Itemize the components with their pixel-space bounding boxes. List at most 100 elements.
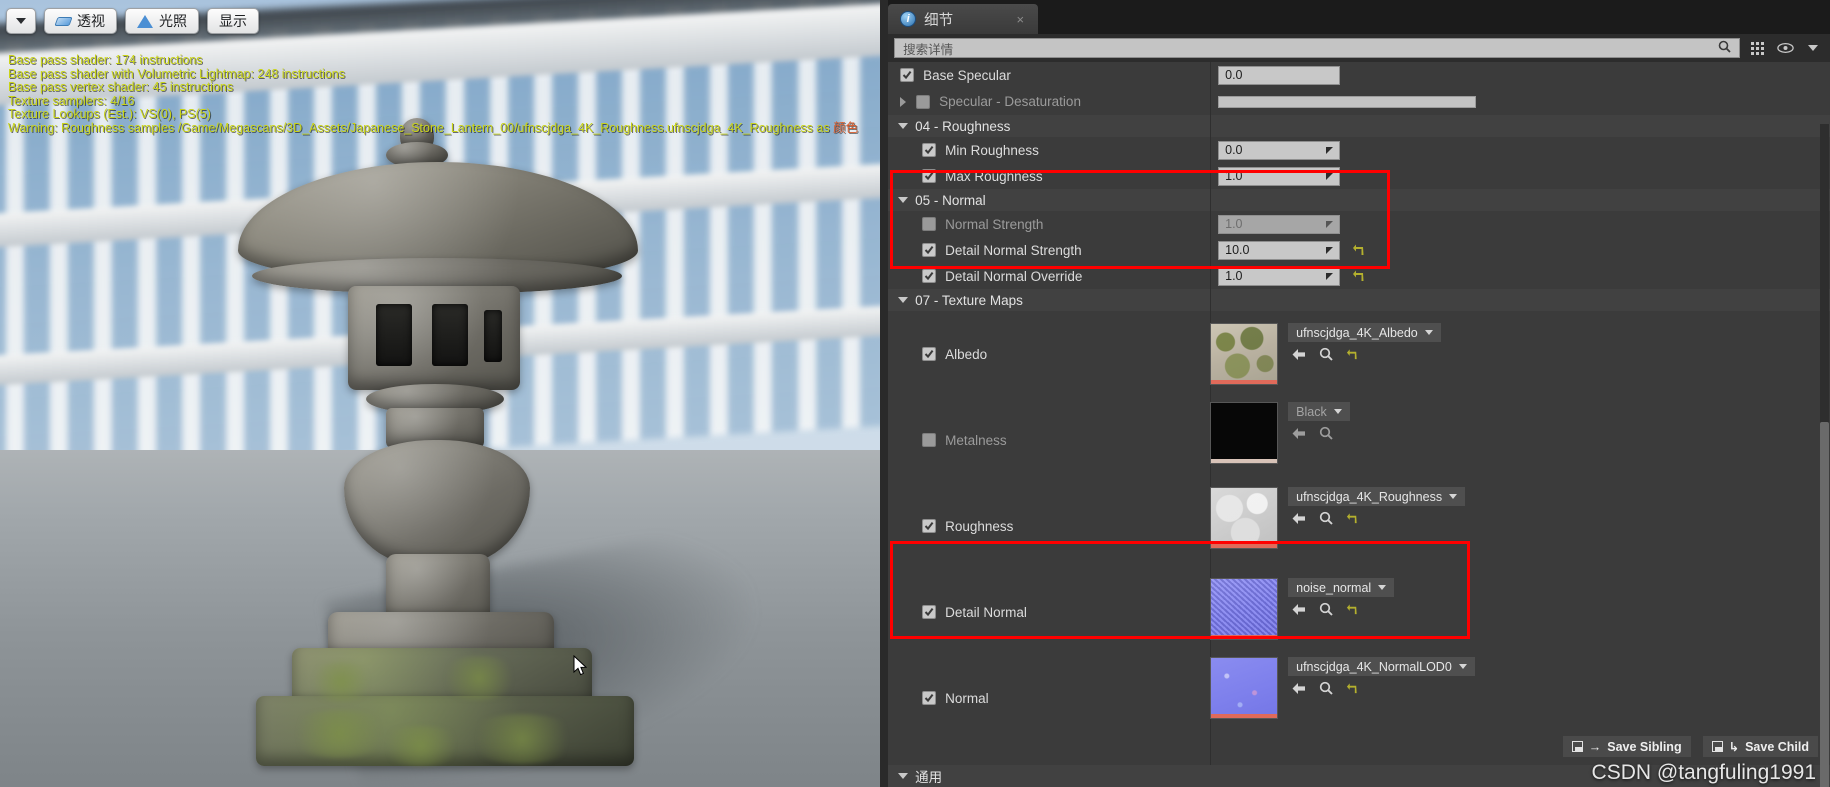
metalness-asset-actions[interactable] (1288, 426, 1350, 440)
property-row-specular-desaturation[interactable]: Specular - Desaturation (888, 88, 1830, 115)
detail-normal-asset-combo[interactable]: noise_normal (1288, 578, 1395, 597)
min-roughness-input[interactable]: 0.0 (1218, 140, 1341, 160)
base-specular-input[interactable]: 0.0 (1218, 65, 1341, 85)
metalness-checkbox[interactable] (922, 433, 937, 447)
use-selected-asset-icon[interactable] (1291, 603, 1306, 616)
reset-to-default-icon[interactable] (1346, 682, 1359, 695)
browse-asset-icon[interactable] (1319, 347, 1333, 361)
browse-asset-icon[interactable] (1319, 681, 1333, 695)
roughness-asset-actions[interactable] (1288, 511, 1465, 525)
tab-details[interactable]: i 细节 × (888, 4, 1039, 34)
property-row-min-roughness[interactable]: Min Roughness 0.0 (888, 137, 1830, 163)
collapse-arrow-icon[interactable] (898, 123, 909, 129)
reset-to-default-icon[interactable] (1346, 603, 1359, 616)
black-thumbnail[interactable] (1210, 402, 1279, 464)
property-row-detail-normal-strength[interactable]: Detail Normal Strength 10.0 (888, 237, 1830, 263)
reset-to-default-icon[interactable] (1346, 348, 1359, 361)
noise-normal-thumbnail[interactable] (1210, 578, 1279, 640)
use-selected-asset-icon[interactable] (1291, 512, 1306, 525)
perspective-button[interactable]: 透视 (44, 8, 117, 34)
property-list-scrollbar[interactable] (1820, 422, 1829, 787)
search-icon[interactable] (1718, 40, 1731, 56)
browse-asset-icon[interactable] (1319, 602, 1333, 616)
albedo-checkbox[interactable] (922, 347, 937, 361)
collapse-arrow-icon[interactable] (898, 773, 909, 779)
save-buttons-bar[interactable]: → Save Sibling ↳ Save Child (1562, 736, 1818, 757)
spinner-icon[interactable] (1324, 171, 1335, 182)
texture-row-detail-normal[interactable]: Detail Normal noise_normal (888, 569, 1830, 655)
detail-normal-strength-input[interactable]: 10.0 (1218, 240, 1341, 260)
save-child-button[interactable]: ↳ Save Child (1702, 736, 1818, 757)
property-row-normal-strength[interactable]: Normal Strength 1.0 (888, 211, 1830, 237)
property-row-detail-normal-override[interactable]: Detail Normal Override 1.0 (888, 263, 1830, 289)
texture-row-roughness[interactable]: Roughness ufnscjdga_4K_Roughness (888, 483, 1830, 569)
normal-map-checkbox[interactable] (922, 691, 937, 705)
category-header-roughness[interactable]: 04 - Roughness (888, 115, 1830, 137)
normal-asset-actions[interactable] (1288, 681, 1475, 695)
category-header-texture-maps[interactable]: 07 - Texture Maps (888, 289, 1830, 311)
collapse-arrow-icon[interactable] (898, 297, 909, 303)
detail-normal-override-checkbox[interactable] (922, 269, 937, 283)
texture-row-normal[interactable]: Normal ufnscjdga_4K_NormalLOD0 (888, 655, 1830, 741)
metalness-asset-combo[interactable]: Black (1288, 402, 1350, 421)
viewport-panel-splitter[interactable] (880, 0, 889, 787)
level-viewport[interactable]: 透视 光照 显示 Base pass shader: 174 instructi… (0, 0, 881, 787)
texture-row-albedo[interactable]: Albedo ufnscjdga_4K_Albedo (888, 311, 1830, 397)
max-roughness-input[interactable]: 1.0 (1218, 166, 1341, 186)
category-header-normal[interactable]: 05 - Normal (888, 189, 1830, 211)
min-roughness-checkbox[interactable] (922, 143, 937, 157)
close-icon[interactable]: × (1017, 12, 1025, 27)
max-roughness-checkbox[interactable] (922, 169, 937, 183)
reset-to-default-icon[interactable] (1352, 243, 1366, 257)
spinner-icon[interactable] (1324, 271, 1335, 282)
normal-thumbnail[interactable] (1210, 657, 1279, 719)
property-row-base-specular[interactable]: Base Specular 0.0 (888, 62, 1830, 88)
max-roughness-value: 1.0 (1225, 169, 1243, 183)
spinner-icon[interactable] (1324, 245, 1335, 256)
roughness-asset-combo[interactable]: ufnscjdga_4K_Roughness (1288, 487, 1466, 506)
browse-asset-icon[interactable] (1319, 511, 1333, 525)
lit-button[interactable]: 光照 (125, 8, 199, 34)
property-row-max-roughness[interactable]: Max Roughness 1.0 (888, 163, 1830, 189)
eye-icon[interactable] (1774, 38, 1796, 58)
property-list[interactable]: Base Specular 0.0 Specular - Desaturatio… (888, 62, 1830, 787)
base-specular-checkbox[interactable] (900, 68, 915, 82)
normal-strength-input[interactable]: 1.0 (1218, 214, 1341, 234)
use-selected-asset-icon[interactable] (1291, 682, 1306, 695)
collapse-arrow-icon[interactable] (898, 197, 909, 203)
stat-line: Base pass shader: 174 instructions (8, 53, 203, 67)
reset-to-default-icon[interactable] (1346, 512, 1359, 525)
roughness-thumbnail[interactable] (1210, 487, 1279, 549)
roughness-map-checkbox[interactable] (922, 519, 937, 533)
details-search-bar[interactable]: 搜索详情 (888, 34, 1830, 62)
browse-asset-icon[interactable] (1319, 426, 1333, 440)
show-button[interactable]: 显示 (207, 8, 259, 34)
save-sibling-button[interactable]: → Save Sibling (1562, 736, 1691, 757)
detail-normal-override-input[interactable]: 1.0 (1218, 266, 1341, 286)
expand-arrow-icon[interactable] (900, 96, 907, 107)
reset-to-default-icon[interactable] (1352, 269, 1366, 283)
normal-asset-name: ufnscjdga_4K_NormalLOD0 (1296, 659, 1452, 674)
chevron-down-icon[interactable] (1802, 38, 1824, 58)
specular-desaturation-checkbox[interactable] (916, 94, 931, 109)
albedo-thumbnail[interactable] (1210, 323, 1279, 385)
detail-normal-map-checkbox[interactable] (922, 605, 937, 619)
japanese-stone-lantern-mesh[interactable] (236, 118, 656, 778)
spinner-icon[interactable] (1324, 219, 1335, 230)
albedo-asset-combo[interactable]: ufnscjdga_4K_Albedo (1288, 323, 1441, 342)
viewport-options-button[interactable] (6, 8, 36, 34)
search-placeholder: 搜索详情 (903, 42, 954, 57)
detail-normal-strength-checkbox[interactable] (922, 243, 937, 257)
normal-strength-checkbox[interactable] (922, 217, 937, 231)
use-selected-asset-icon[interactable] (1291, 348, 1306, 361)
use-selected-asset-icon[interactable] (1291, 427, 1306, 440)
normal-asset-combo[interactable]: ufnscjdga_4K_NormalLOD0 (1288, 657, 1475, 676)
spinner-icon[interactable] (1324, 145, 1335, 156)
search-details-input[interactable]: 搜索详情 (894, 38, 1740, 58)
grid-view-icon[interactable] (1746, 38, 1768, 58)
albedo-asset-actions[interactable] (1288, 347, 1441, 361)
texture-row-metalness[interactable]: Metalness Black (888, 397, 1830, 483)
viewport-toolbar[interactable]: 透视 光照 显示 (6, 8, 259, 34)
specular-desaturation-bar[interactable] (1218, 95, 1477, 108)
detail-normal-asset-actions[interactable] (1288, 602, 1394, 616)
